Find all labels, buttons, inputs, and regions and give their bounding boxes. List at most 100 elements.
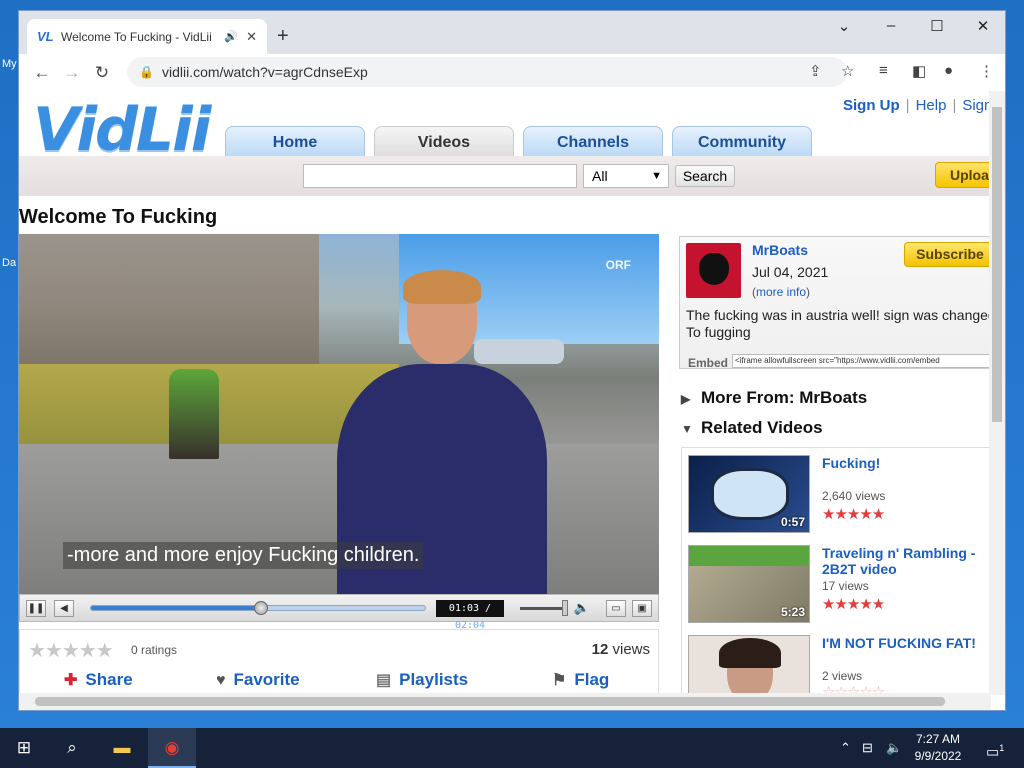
search-bar: All ▼ Search Upload bbox=[19, 156, 991, 196]
video-title: Welcome To Fucking bbox=[19, 206, 218, 228]
browser-window: VL Welcome To Fucking - VidLii 🔊 ✕ + ⌄ –… bbox=[18, 10, 1006, 711]
sign-up-link[interactable]: Sign Up bbox=[843, 97, 900, 114]
description-line: To fugging bbox=[686, 324, 751, 340]
uploader-name[interactable]: MrBoats bbox=[752, 242, 808, 258]
search-input[interactable] bbox=[303, 164, 577, 188]
vidlii-logo[interactable]: VidLii bbox=[33, 95, 211, 165]
video-thumbnail[interactable]: 0:57 bbox=[688, 455, 810, 533]
browser-tab[interactable]: VL Welcome To Fucking - VidLii 🔊 ✕ bbox=[27, 19, 267, 54]
system-clock[interactable]: 7:27 AM 9/9/2022 bbox=[906, 731, 970, 765]
scroll-thumb[interactable] bbox=[35, 697, 945, 706]
minimize-icon[interactable]: – bbox=[876, 17, 906, 34]
video-duration: 0:57 bbox=[780, 515, 805, 529]
maximize-icon[interactable]: ☐ bbox=[922, 17, 952, 35]
nav-tab-home[interactable]: Home bbox=[225, 126, 365, 158]
subscribe-button[interactable]: Subscribe bbox=[904, 242, 991, 267]
horizontal-scrollbar[interactable] bbox=[19, 693, 991, 710]
nav-tab-videos[interactable]: Videos bbox=[374, 126, 514, 158]
nav-tab-community[interactable]: Community bbox=[672, 126, 812, 158]
volume-handle[interactable] bbox=[562, 600, 568, 616]
related-video-views: 2,640 views bbox=[822, 489, 886, 503]
notification-count: 1 bbox=[999, 743, 1005, 753]
volume-icon[interactable]: 🔈 bbox=[886, 728, 902, 768]
close-tab-icon[interactable]: ✕ bbox=[246, 29, 257, 45]
clock-time: 7:27 AM bbox=[915, 732, 961, 746]
tab-search-icon[interactable]: ⌄ bbox=[829, 17, 859, 35]
lock-icon[interactable]: 🔒 bbox=[139, 65, 154, 79]
more-from-toggle[interactable]: ▶ More From: MrBoats bbox=[681, 388, 867, 408]
fullscreen-icon[interactable]: ▣ bbox=[632, 600, 652, 617]
notification-icon[interactable]: ▭1 bbox=[986, 728, 1004, 768]
flag-button[interactable]: ⚑ Flag bbox=[552, 670, 609, 690]
scroll-thumb[interactable] bbox=[992, 107, 1002, 422]
nav-tab-channels[interactable]: Channels bbox=[523, 126, 663, 158]
vertical-scrollbar[interactable] bbox=[989, 91, 1005, 695]
current-time: 01:03 bbox=[448, 603, 480, 614]
speaker-icon[interactable]: 🔈 bbox=[572, 600, 592, 617]
more-from-label: More From: MrBoats bbox=[701, 388, 868, 407]
desktop-label[interactable]: My bbox=[2, 58, 17, 70]
more-info-toggle: (more info) bbox=[752, 285, 810, 299]
upload-button[interactable]: Upload bbox=[935, 162, 991, 188]
video-thumbnail[interactable] bbox=[688, 635, 810, 695]
view-count-label: views bbox=[612, 641, 650, 658]
apple-logo-icon bbox=[699, 253, 729, 285]
share-label: Share bbox=[85, 670, 133, 689]
volume-slider[interactable] bbox=[520, 607, 568, 610]
back-icon[interactable]: ← bbox=[27, 63, 57, 83]
related-video-item[interactable]: I'M NOT FUCKING FAT! 2 views ☆☆☆☆☆ bbox=[688, 635, 988, 695]
rating-stars[interactable]: ★★★★★ bbox=[28, 638, 114, 663]
reload-icon[interactable]: ↻ bbox=[87, 63, 117, 83]
related-video-title[interactable]: Fucking! bbox=[822, 455, 988, 471]
playlists-button[interactable]: ▤ Playlists bbox=[376, 670, 468, 690]
new-tab-icon[interactable]: + bbox=[277, 25, 289, 48]
help-link[interactable]: Help bbox=[916, 97, 947, 114]
previous-icon[interactable]: ◀ bbox=[54, 600, 74, 617]
file-explorer-icon[interactable]: ▬ bbox=[98, 728, 146, 768]
windows-start-icon[interactable]: ⊞ bbox=[0, 728, 48, 768]
related-video-item[interactable]: 5:23 Traveling n' Rambling - 2B2T video … bbox=[688, 545, 988, 627]
close-window-icon[interactable]: ✕ bbox=[968, 17, 998, 35]
share-button[interactable]: ✚ Share bbox=[64, 670, 133, 690]
related-videos-list: 0:57 Fucking! 2,640 views ★★★★★ 5:23 Tra… bbox=[681, 447, 991, 695]
bookmark-star-icon[interactable]: ☆ bbox=[841, 62, 854, 80]
sign-in-link[interactable]: Sign bbox=[962, 97, 991, 114]
search-scope-select[interactable]: All ▼ bbox=[583, 164, 669, 188]
separator: | bbox=[952, 97, 957, 114]
search-icon[interactable]: ⌕ bbox=[48, 728, 96, 768]
profile-icon[interactable]: ● bbox=[944, 62, 953, 79]
seek-handle[interactable] bbox=[253, 601, 268, 615]
menu-icon[interactable]: ⋮ bbox=[979, 62, 994, 80]
speaker-icon[interactable]: 🔊 bbox=[224, 30, 238, 43]
related-video-title[interactable]: I'M NOT FUCKING FAT! bbox=[822, 635, 988, 651]
related-video-item[interactable]: 0:57 Fucking! 2,640 views ★★★★★ bbox=[688, 455, 988, 537]
video-thumbnail[interactable]: 5:23 bbox=[688, 545, 810, 623]
chrome-icon[interactable]: ◉ bbox=[148, 728, 196, 768]
chevron-up-icon[interactable]: ⌃ bbox=[840, 728, 851, 768]
favorite-label: Favorite bbox=[233, 670, 300, 689]
uploader-avatar[interactable] bbox=[686, 243, 741, 298]
side-panel-icon[interactable]: ◧ bbox=[912, 62, 926, 80]
media-control-icon[interactable]: ≡ bbox=[879, 62, 888, 79]
favorite-button[interactable]: ♥ Favorite bbox=[216, 670, 300, 690]
share-page-icon[interactable]: ⇪ bbox=[809, 62, 822, 80]
search-button[interactable]: Search bbox=[675, 165, 735, 187]
related-video-views: 2 views bbox=[822, 669, 863, 683]
related-videos-toggle[interactable]: ▼ Related Videos bbox=[681, 418, 823, 438]
address-bar[interactable]: 🔒 vidlii.com/watch?v=agrCdnseExp bbox=[127, 57, 847, 87]
related-video-views: 17 views bbox=[822, 579, 869, 593]
video-info-bar: ★★★★★ 0 ratings 12 views ✚ Share ♥ Favorit… bbox=[19, 629, 659, 695]
seek-bar[interactable] bbox=[90, 601, 426, 615]
network-icon[interactable]: ⊟ bbox=[862, 728, 873, 768]
more-info-link[interactable]: more info bbox=[756, 285, 806, 299]
embed-code-field[interactable]: <iframe allowfullscreen src="https://www… bbox=[732, 354, 991, 368]
wide-mode-icon[interactable]: ▭ bbox=[606, 600, 626, 617]
pause-icon[interactable]: ❚❚ bbox=[26, 600, 46, 617]
chevron-right-icon: ▶ bbox=[681, 392, 691, 406]
desktop-label[interactable]: Da bbox=[2, 257, 16, 269]
related-video-title[interactable]: Traveling n' Rambling - 2B2T video bbox=[822, 545, 988, 577]
view-count-number: 12 bbox=[591, 641, 609, 658]
video-player[interactable]: ORF -more and more enjoy Fucking childre… bbox=[19, 234, 659, 594]
ratings-count: 0 ratings bbox=[131, 643, 178, 657]
forward-icon[interactable]: → bbox=[57, 63, 87, 83]
